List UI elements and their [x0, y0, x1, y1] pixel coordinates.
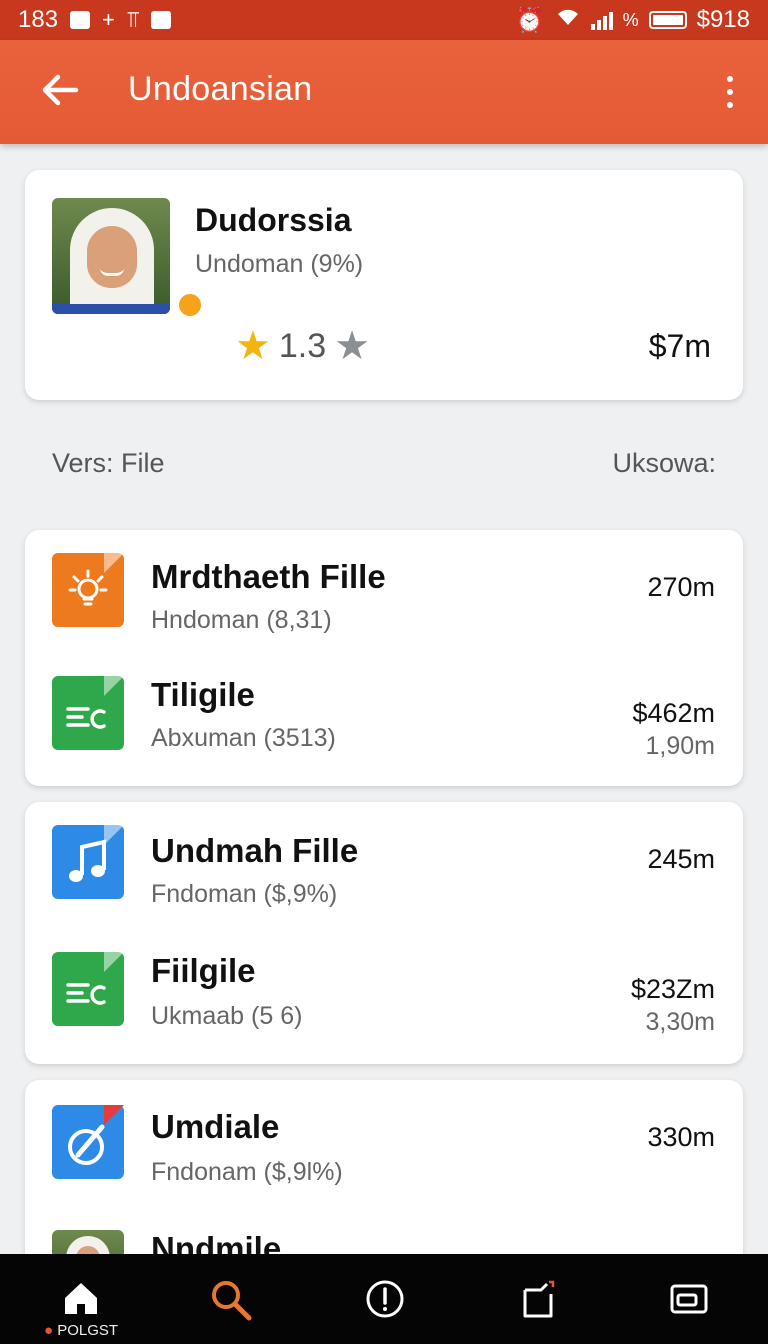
section-left-label[interactable]: Vers: File [52, 448, 165, 479]
file-subtitle: Ukmaab (5 6) [151, 1002, 303, 1030]
nav-label-dot-icon: ● [44, 1322, 58, 1339]
profile-card[interactable]: Dudorssia Undoman (9%) ★ 1.3 ★ $7m [25, 170, 743, 400]
verified-badge-icon [177, 292, 203, 318]
file-size: 270m [647, 572, 715, 602]
status-time: 183 [18, 6, 59, 33]
profile-subtitle: Undoman (9%) [195, 250, 364, 278]
list-item[interactable]: Fiilgile Ukmaab (5 6) $23Zm 3,30m [25, 942, 743, 1052]
edit-icon [52, 1105, 124, 1179]
star-filled-icon: ★ [235, 324, 271, 368]
file-size: $23Zm [630, 974, 715, 1004]
nav-label-text: POLGST [57, 1322, 119, 1339]
file-size: 245m [647, 844, 715, 874]
back-arrow-icon[interactable] [40, 70, 80, 110]
mail-notification-icon [70, 11, 91, 29]
more-options-icon[interactable] [722, 76, 738, 108]
map-notification-icon [151, 11, 172, 29]
wifi-icon [555, 6, 581, 34]
file-name: Undmah Fille [151, 832, 359, 869]
nav-label: ● POLGST [44, 1322, 118, 1339]
percent-icon: % [622, 9, 639, 30]
signal-icon [590, 10, 613, 30]
file-name: Tiligile [151, 676, 255, 713]
list-item[interactable]: Mrdthaeth Fille Hndoman (8,31) 270m [25, 550, 743, 660]
profile-name: Dudorssia [195, 202, 352, 238]
music-note-icon [52, 825, 124, 899]
page-title: Undoansian [128, 70, 313, 108]
window-icon [670, 1284, 708, 1314]
section-header: Vers: File Uksowa: [52, 448, 716, 479]
app-bar: Undoansian [0, 40, 768, 144]
file-size-secondary: 3,30m [645, 1008, 715, 1036]
status-bar: 183 + ⫪ ⏰ % $918 [0, 0, 768, 40]
profile-price: $7m [648, 328, 711, 364]
section-right-label[interactable]: Uksowa: [612, 448, 716, 479]
rating-value: 1.3 [278, 326, 327, 365]
nav-share[interactable] [484, 1254, 594, 1344]
file-subtitle: Abxuman (3513) [151, 724, 336, 752]
file-size: $462m [632, 698, 715, 728]
file-subtitle: Hndoman (8,31) [151, 606, 332, 634]
battery-icon [648, 11, 687, 29]
avatar [52, 198, 170, 314]
file-subtitle: Fndonam ($,9l%) [151, 1158, 343, 1186]
nav-window[interactable] [633, 1254, 743, 1344]
info-icon [366, 1280, 404, 1318]
list-item[interactable]: Undmah Fille Fndoman ($,9%) 245m [25, 822, 743, 932]
file-name: Umdiale [151, 1108, 280, 1145]
file-group-card: Mrdthaeth Fille Hndoman (8,31) 270m Tili… [25, 530, 743, 786]
list-item[interactable]: Umdiale Fndonam ($,9l%) 330m [25, 1100, 743, 1210]
nav-search[interactable] [174, 1254, 284, 1344]
file-name: Fiilgile [151, 952, 256, 989]
document-icon [52, 676, 124, 750]
nav-info[interactable] [329, 1254, 439, 1344]
home-icon [65, 1283, 97, 1314]
file-group-card: Umdiale Fndonam ($,9l%) 330m Nndmile [25, 1080, 743, 1280]
file-name: Mrdthaeth Fille [151, 558, 386, 595]
lightbulb-icon [52, 553, 124, 627]
status-right-text: $918 [696, 6, 750, 33]
star-empty-icon: ★ [334, 324, 370, 368]
file-size: 330m [647, 1122, 715, 1152]
plus-notification-icon: + [102, 7, 115, 32]
alarm-icon: ⏰ [514, 6, 545, 34]
rating: ★ 1.3 ★ [235, 326, 370, 366]
usb-notification-icon: ⫪ [126, 7, 140, 32]
share-icon [523, 1280, 555, 1318]
document-icon [52, 952, 124, 1026]
file-group-card: Undmah Fille Fndoman ($,9%) 245m Fiilgil… [25, 802, 743, 1064]
list-item[interactable]: Tiligile Abxuman (3513) $462m 1,90m [25, 668, 743, 778]
file-size-secondary: 1,90m [645, 732, 715, 760]
file-subtitle: Fndoman ($,9%) [151, 880, 338, 908]
search-icon [212, 1281, 252, 1321]
